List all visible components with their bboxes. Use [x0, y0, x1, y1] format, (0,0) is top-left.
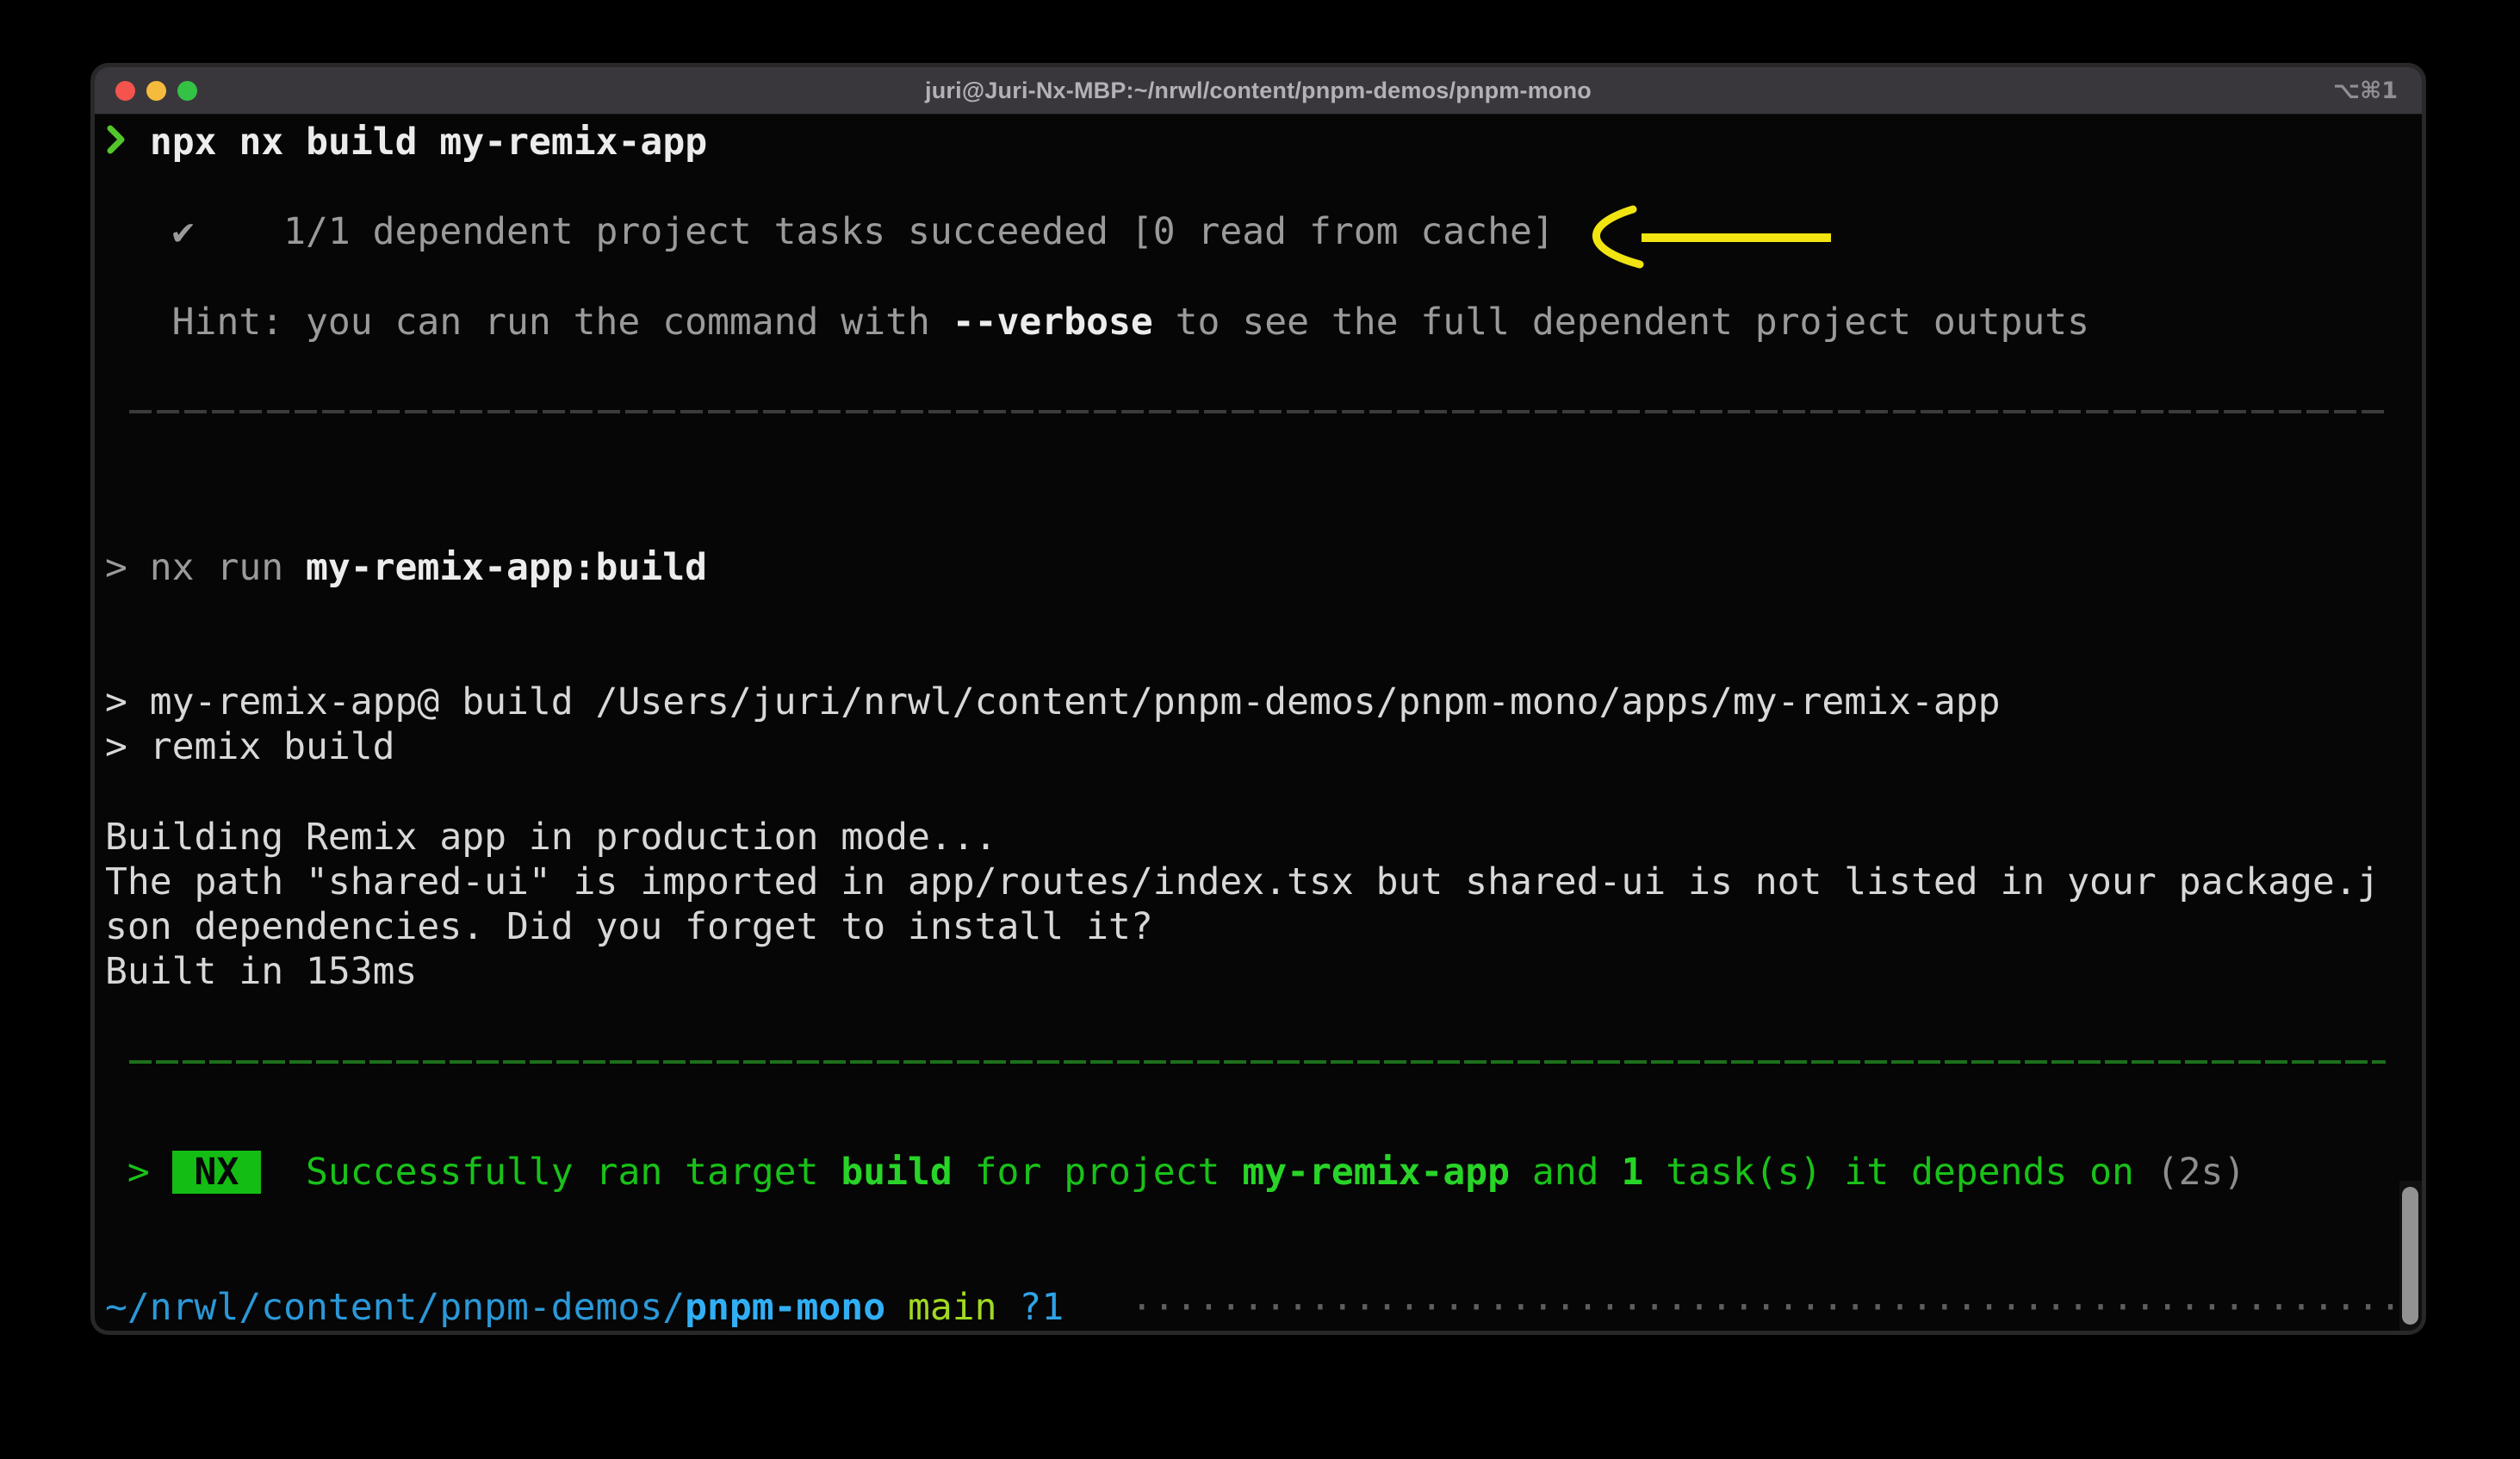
dashed-divider-green [129, 1060, 2386, 1064]
build-output-line: The path "shared-ui" is imported in app/… [105, 860, 2422, 904]
success-text: task(s) it depends on [1643, 1151, 2156, 1194]
nx-run-target: my-remix-app:build [306, 546, 707, 589]
terminal-window: juri@Juri-Nx-MBP:~/nrwl/content/pnpm-dem… [95, 67, 2422, 1331]
success-line: > NX Successfully ran target build for p… [105, 1150, 2422, 1195]
blank-line [105, 1195, 2422, 1239]
desktop-background: juri@Juri-Nx-MBP:~/nrwl/content/pnpm-dem… [0, 0, 2520, 1459]
tab-shortcut-hint: ⌥⌘1 [2333, 67, 2398, 115]
prompt-dotted-filler: ········································… [1064, 1286, 2422, 1329]
hint-text-tail: to see the full dependent project output… [1153, 301, 2089, 344]
window-title: juri@Juri-Nx-MBP:~/nrwl/content/pnpm-dem… [925, 78, 1592, 104]
success-target-name: build [841, 1151, 952, 1194]
blank-line [105, 635, 2422, 680]
cwd-path: ~/nrwl/content/pnpm-demos/ [105, 1286, 685, 1329]
hint-text: Hint: you can run the command with [105, 301, 953, 344]
blank-line [105, 500, 2422, 545]
nx-run-line: > nx run my-remix-app:build [105, 545, 2422, 590]
blank-line [105, 1240, 2422, 1285]
success-text: for project [953, 1151, 1243, 1194]
prompt-path-line: ~/nrwl/content/pnpm-demos/pnpm-mono main… [105, 1285, 2422, 1330]
remix-build-line: > remix build [105, 724, 2422, 769]
build-output-line: Building Remix app in production mode... [105, 815, 2422, 860]
success-duration: (2s) [2157, 1151, 2246, 1194]
blank-line [105, 255, 2422, 300]
nx-run-prefix: > nx run [105, 546, 306, 589]
cwd-dir: pnpm-mono [685, 1286, 885, 1329]
tasks-succeeded-line: ✔ 1/1 dependent project tasks succeeded … [105, 209, 2422, 254]
dashed-divider [129, 410, 2386, 413]
titlebar[interactable]: juri@Juri-Nx-MBP:~/nrwl/content/pnpm-dem… [95, 67, 2422, 115]
blank-line [105, 1105, 2422, 1150]
git-branch: main [885, 1286, 996, 1329]
blank-line [105, 590, 2422, 635]
blank-line [105, 455, 2422, 500]
git-status: ?1 [997, 1286, 1064, 1329]
success-text: Successfully ran target [261, 1151, 841, 1194]
separator-line-green [105, 1060, 2422, 1105]
prompt-input-line[interactable] [105, 1330, 2422, 1331]
success-caret: > [105, 1151, 172, 1194]
success-task-count: 1 [1621, 1151, 1643, 1194]
blank-line [105, 995, 2422, 1040]
prompt-chevron-icon [105, 125, 127, 154]
pkg-build-line: > my-remix-app@ build /Users/juri/nrwl/c… [105, 680, 2422, 724]
maximize-button[interactable] [177, 81, 197, 101]
close-button[interactable] [115, 81, 135, 101]
scrollbar-thumb[interactable] [2402, 1187, 2418, 1325]
traffic-lights [115, 67, 197, 115]
typed-command: npx nx build my-remix-app [127, 121, 707, 164]
blank-line [105, 345, 2422, 389]
blank-line [105, 165, 2422, 209]
terminal-content[interactable]: npx nx build my-remix-app ✔ 1/1 dependen… [95, 115, 2422, 1331]
command-line: npx nx build my-remix-app [105, 120, 2422, 165]
build-output-line: Built in 153ms [105, 949, 2422, 994]
build-output-line: son dependencies. Did you forget to inst… [105, 904, 2422, 949]
blank-line [105, 770, 2422, 815]
verbose-flag: --verbose [953, 301, 1153, 344]
success-text: and [1510, 1151, 1621, 1194]
nx-badge: NX [172, 1151, 262, 1194]
separator-line [105, 410, 2422, 455]
success-project-name: my-remix-app [1242, 1151, 1510, 1194]
yellow-arrow-annotation [1573, 201, 1857, 278]
minimize-button[interactable] [146, 81, 166, 101]
hint-line: Hint: you can run the command with --ver… [105, 300, 2422, 345]
